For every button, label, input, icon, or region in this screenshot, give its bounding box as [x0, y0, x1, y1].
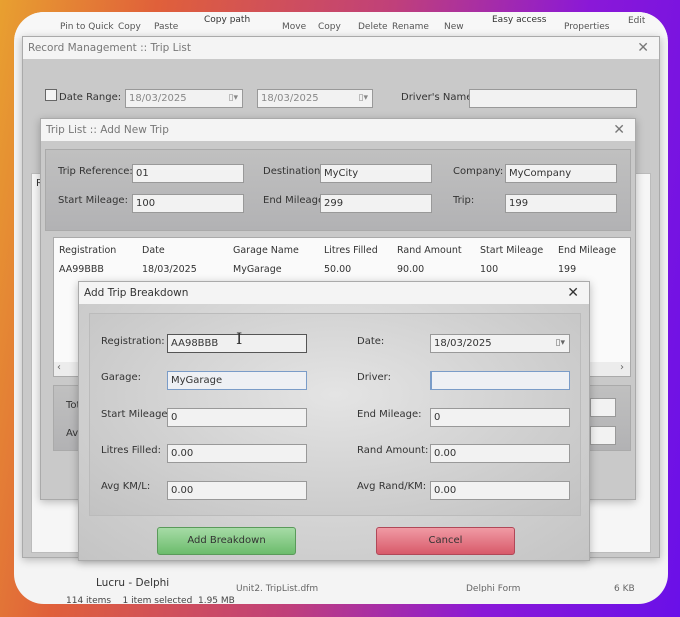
properties-button[interactable]: Properties	[564, 22, 609, 34]
end-mileage-input[interactable]: 299	[320, 194, 432, 213]
new-button[interactable]: New	[444, 22, 464, 34]
status-bar: 114 items 1 item selected 1.95 MB	[66, 596, 235, 604]
drivers-name-label: Driver's Name:	[401, 92, 476, 103]
copy-path-button[interactable]: Copy path	[204, 15, 250, 27]
start-mileage-input[interactable]: 0	[167, 408, 307, 427]
calendar-icon[interactable]: ▯▾	[359, 93, 368, 103]
trip-window-title: Trip List :: Add New Trip	[41, 119, 635, 141]
close-icon[interactable]: ✕	[637, 40, 649, 56]
litres-filled-input[interactable]: 0.00	[167, 444, 307, 463]
start-mileage-label: Start Mileage:	[101, 409, 171, 420]
date-from-picker[interactable]: 18/03/2025 ▯▾	[125, 89, 243, 108]
trip-label: Trip:	[453, 195, 475, 206]
column-header[interactable]: Date	[142, 245, 165, 256]
move-button[interactable]: Move	[282, 22, 306, 34]
record-window-title: Record Management :: Trip List	[23, 37, 659, 59]
date-range-label: Date Range:	[59, 92, 122, 103]
driver-label: Driver:	[357, 372, 391, 383]
total-input[interactable]	[590, 398, 616, 417]
company-input[interactable]: MyCompany	[505, 164, 617, 183]
column-header[interactable]: End Mileage	[558, 245, 616, 256]
date-label: Date:	[357, 336, 385, 347]
cell: MyGarage	[233, 264, 282, 275]
start-mileage-label: Start Mileage:	[58, 195, 128, 206]
rand-amount-label: Rand Amount:	[357, 445, 429, 456]
breakdown-panel: Registration: AA98BBB I Date: 18/03/2025…	[89, 313, 581, 516]
average-label: Av	[66, 428, 79, 439]
avg-kml-label: Avg KM/L:	[101, 481, 151, 492]
paste-button[interactable]: Paste	[154, 22, 178, 34]
copy-button[interactable]: Copy	[118, 22, 141, 34]
cell: 100	[480, 264, 499, 275]
garage-input[interactable]: MyGarage	[167, 371, 307, 390]
driver-input[interactable]	[430, 371, 570, 390]
rename-button[interactable]: Rename	[392, 22, 429, 34]
cell: AA99BBB	[59, 264, 104, 275]
date-range-checkbox[interactable]	[45, 89, 57, 101]
destination-input[interactable]: MyCity	[320, 164, 432, 183]
scroll-right-icon[interactable]: ›	[620, 362, 624, 373]
trip-input[interactable]: 199	[505, 194, 617, 213]
copy-to-button[interactable]: Copy	[318, 22, 341, 34]
drivers-name-input[interactable]	[469, 89, 637, 108]
trip-reference-input[interactable]: 01	[132, 164, 244, 183]
column-header[interactable]: Start Mileage	[480, 245, 543, 256]
file-size: 6 KB	[614, 584, 635, 592]
file-type: Delphi Form	[466, 584, 521, 592]
date-picker[interactable]: 18/03/2025 ▯▾	[430, 334, 570, 353]
cell: 199	[558, 264, 577, 275]
cell: 50.00	[324, 264, 352, 275]
end-mileage-input[interactable]: 0	[430, 408, 570, 427]
add-trip-breakdown-dialog: Add Trip Breakdown ✕ Registration: AA98B…	[78, 281, 590, 561]
folder-breadcrumb[interactable]: Lucru - Delphi	[96, 577, 169, 589]
easy-access-button[interactable]: Easy access	[492, 15, 546, 27]
column-header[interactable]: Litres Filled	[324, 245, 378, 256]
calendar-icon[interactable]: ▯▾	[229, 93, 238, 103]
cancel-button[interactable]: Cancel	[376, 527, 515, 555]
calendar-icon[interactable]: ▯▾	[556, 338, 565, 348]
cell: 90.00	[397, 264, 425, 275]
delete-button[interactable]: Delete	[358, 22, 388, 34]
file-name[interactable]: Unit2. TripList.dfm	[236, 584, 318, 592]
avg-rand-km-label: Avg Rand/KM:	[357, 481, 427, 492]
explorer-ribbon: Pin to Quick Copy Paste Copy path Move C…	[14, 12, 668, 38]
close-icon[interactable]: ✕	[613, 122, 625, 138]
avg-kml-input[interactable]: 0.00	[167, 481, 307, 500]
text-cursor-icon: I	[236, 329, 243, 348]
column-header[interactable]: Registration	[59, 245, 116, 256]
trip-details-panel: Trip Reference: 01 Destination: MyCity C…	[45, 149, 631, 231]
litres-filled-label: Litres Filled:	[101, 445, 161, 456]
registration-label: Registration:	[101, 336, 165, 347]
pin-quick-button[interactable]: Pin to Quick	[60, 22, 114, 34]
garage-label: Garage:	[101, 372, 141, 383]
dialog-title: Add Trip Breakdown	[79, 282, 589, 304]
avg-rand-km-input[interactable]: 0.00	[430, 481, 570, 500]
end-mileage-label: End Mileage:	[263, 195, 328, 206]
cell: 18/03/2025	[142, 264, 197, 275]
close-icon[interactable]: ✕	[567, 285, 579, 301]
add-breakdown-button[interactable]: Add Breakdown	[157, 527, 296, 555]
edit-button[interactable]: Edit	[628, 16, 645, 28]
trip-reference-label: Trip Reference:	[58, 166, 133, 177]
date-to-picker[interactable]: 18/03/2025 ▯▾	[257, 89, 373, 108]
company-label: Company:	[453, 166, 504, 177]
start-mileage-input[interactable]: 100	[132, 194, 244, 213]
column-header[interactable]: Garage Name	[233, 245, 299, 256]
destination-label: Destination:	[263, 166, 324, 177]
average-input[interactable]	[590, 426, 616, 445]
rand-amount-input[interactable]: 0.00	[430, 444, 570, 463]
scroll-left-icon[interactable]: ‹	[57, 362, 61, 373]
column-header[interactable]: Rand Amount	[397, 245, 462, 256]
end-mileage-label: End Mileage:	[357, 409, 422, 420]
